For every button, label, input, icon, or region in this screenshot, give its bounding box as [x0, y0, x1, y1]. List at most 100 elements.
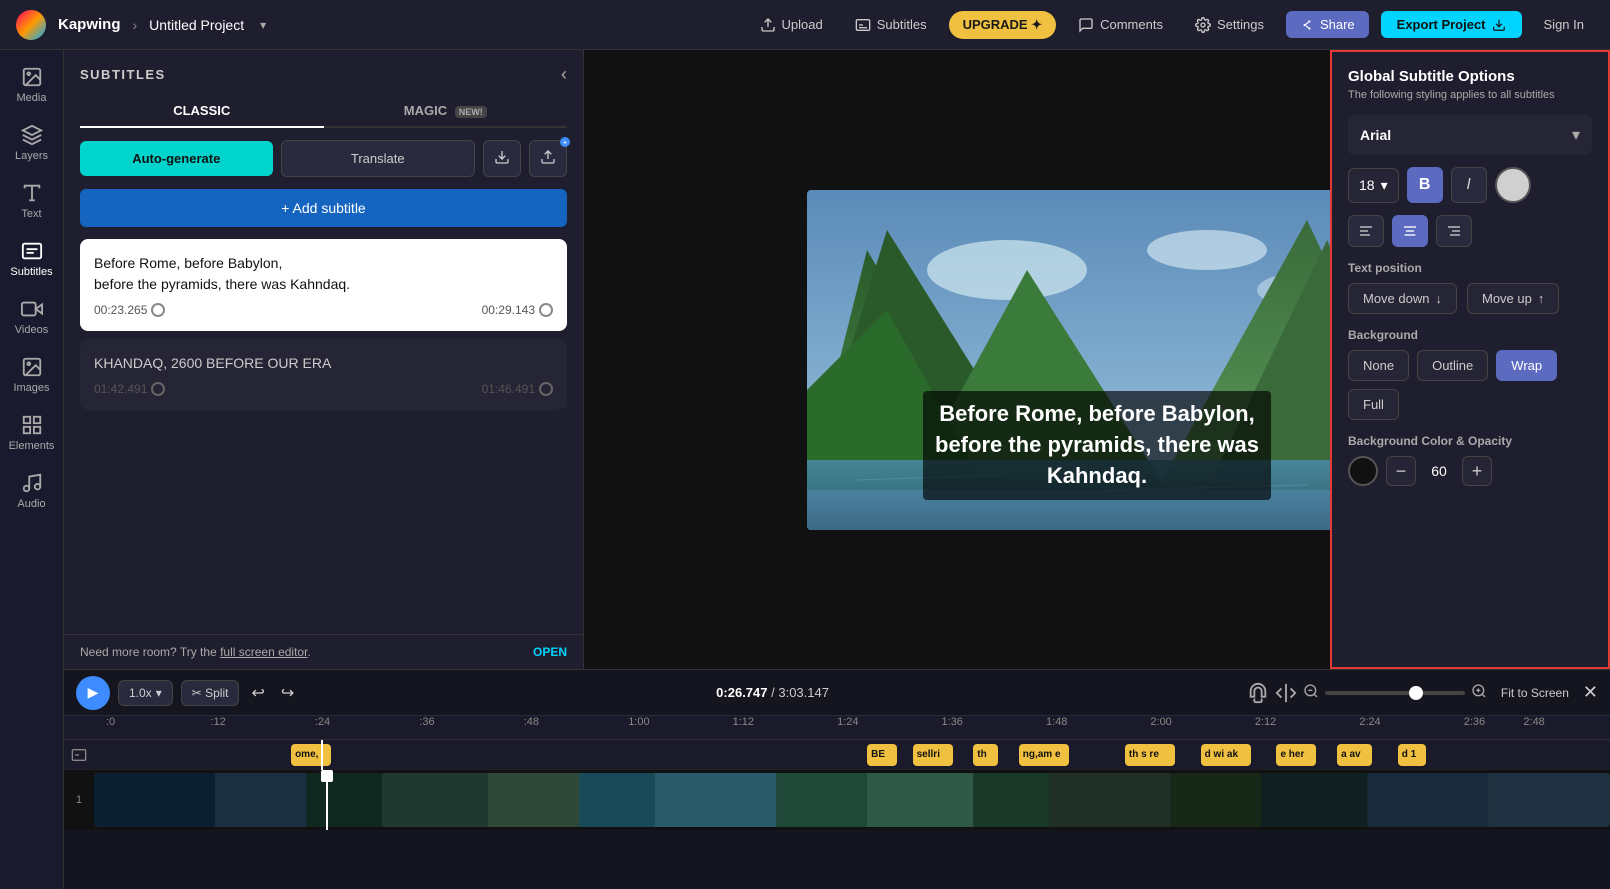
import-button[interactable] [483, 140, 521, 177]
subtitle-chip[interactable]: ome, [291, 744, 331, 766]
time-end: 01:46.491 [482, 382, 553, 396]
font-chevron-icon: ▾ [1572, 125, 1580, 145]
subtitle-chip[interactable]: th s re [1125, 744, 1175, 766]
bg-outline-button[interactable]: Outline [1417, 350, 1488, 381]
fit-screen-button[interactable]: Fit to Screen [1493, 682, 1577, 704]
zoom-out-icon [1303, 683, 1319, 699]
panel-actions: Auto-generate Translate + [64, 128, 583, 189]
time-start-icon [151, 382, 165, 396]
subtitle-overlay-text: Before Rome, before Babylon,before the p… [923, 391, 1271, 499]
subtitle-item[interactable]: KHANDAQ, 2600 BEFORE OUR ERA 01:42.491 0… [80, 339, 567, 410]
brand-name: Kapwing [58, 16, 121, 33]
undo-button[interactable]: ↩ [247, 679, 268, 707]
autogenerate-button[interactable]: Auto-generate [80, 141, 273, 176]
redo-button[interactable]: ↪ [277, 679, 298, 707]
background-label: Background [1348, 328, 1592, 342]
bg-wrap-button[interactable]: Wrap [1496, 350, 1557, 381]
subtitle-chip[interactable]: d wi ak [1201, 744, 1251, 766]
subtitle-chip[interactable]: sellri [913, 744, 953, 766]
global-subtitle-options: Global Subtitle Options The following st… [1330, 50, 1610, 669]
translate-button[interactable]: Translate [281, 140, 476, 177]
zoom-slider[interactable] [1325, 691, 1465, 695]
bg-color-picker[interactable] [1348, 456, 1378, 486]
share-button[interactable]: Share [1286, 11, 1369, 38]
signin-button[interactable]: Sign In [1534, 11, 1594, 38]
zoom-in-button[interactable] [1471, 683, 1487, 702]
bg-none-button[interactable]: None [1348, 350, 1409, 381]
move-up-icon: ↑ [1538, 291, 1545, 306]
bg-full-button[interactable]: Full [1348, 389, 1399, 420]
subtitle-chip[interactable]: d 1 [1398, 744, 1426, 766]
global-options-title: Global Subtitle Options [1348, 68, 1592, 85]
sidebar-item-text[interactable]: Text [3, 174, 61, 228]
subtitle-chip[interactable]: a av [1337, 744, 1372, 766]
upload-button[interactable]: Upload [750, 11, 833, 39]
export-subs-button[interactable]: + [529, 140, 567, 177]
opacity-decrease-button[interactable]: − [1386, 456, 1416, 486]
elements-icon [21, 414, 43, 436]
subtitles-nav-icon [855, 17, 871, 33]
sidebar-item-audio[interactable]: Audio [3, 464, 61, 518]
comments-button[interactable]: Comments [1068, 11, 1173, 39]
text-color-picker[interactable] [1495, 167, 1531, 203]
font-name: Arial [1360, 127, 1391, 143]
share-icon [1300, 18, 1314, 32]
images-icon [21, 356, 43, 378]
info-bar: Need more room? Try the full screen edit… [64, 634, 583, 669]
tab-classic[interactable]: CLASSIC [80, 95, 324, 128]
open-button[interactable]: OPEN [533, 645, 567, 659]
move-up-button[interactable]: Move up ↑ [1467, 283, 1559, 314]
export-button[interactable]: Export Project [1381, 11, 1522, 38]
subtitle-chip[interactable]: th [973, 744, 998, 766]
speed-button[interactable]: 1.0x ▾ [118, 680, 173, 706]
settings-button[interactable]: Settings [1185, 11, 1274, 39]
project-chevron-icon[interactable]: ▾ [260, 18, 266, 32]
align-center-icon [1402, 223, 1418, 239]
project-name: Untitled Project [149, 17, 244, 33]
sidebar-item-videos[interactable]: Videos [3, 290, 61, 344]
time-end-icon [539, 382, 553, 396]
global-options-description: The following styling applies to all sub… [1348, 89, 1592, 101]
sidebar-label-media: Media [17, 92, 47, 104]
align-row [1348, 215, 1592, 247]
videos-icon [21, 298, 43, 320]
tab-magic[interactable]: MAGIC NEW! [324, 95, 568, 128]
topnav: Kapwing › Untitled Project ▾ Upload Subt… [0, 0, 1610, 50]
close-timeline-button[interactable]: ✕ [1583, 682, 1598, 703]
sidebar-item-elements[interactable]: Elements [3, 406, 61, 460]
sidebar-item-images[interactable]: Images [3, 348, 61, 402]
sidebar-item-layers[interactable]: Layers [3, 116, 61, 170]
upload-icon [760, 17, 776, 33]
move-down-button[interactable]: Move down ↓ [1348, 283, 1457, 314]
sidebar-label-elements: Elements [9, 440, 55, 452]
align-right-button[interactable] [1436, 215, 1472, 247]
position-row: Move down ↓ Move up ↑ [1348, 283, 1592, 314]
fullscreen-link[interactable]: full screen editor [220, 645, 307, 659]
panel-close-button[interactable]: ‹ [561, 64, 567, 85]
sidebar-item-media[interactable]: Media [3, 58, 61, 112]
subtitle-chip[interactable]: BE [867, 744, 897, 766]
italic-button[interactable]: I [1451, 167, 1487, 203]
align-left-button[interactable] [1348, 215, 1384, 247]
zoom-out-button[interactable] [1303, 683, 1319, 702]
split-button[interactable]: ✂ Split [181, 680, 240, 706]
opacity-increase-button[interactable]: + [1462, 456, 1492, 486]
subtitle-chip[interactable]: ng,am e [1019, 744, 1069, 766]
upgrade-button[interactable]: UPGRADE ✦ [949, 11, 1057, 39]
settings-icon [1195, 17, 1211, 33]
bold-button[interactable]: B [1407, 167, 1443, 203]
font-size-value: 18 [1359, 177, 1375, 193]
play-button[interactable]: ▶ [76, 676, 110, 710]
subtitles-nav-button[interactable]: Subtitles [845, 11, 937, 39]
font-size-select[interactable]: 18 ▾ [1348, 168, 1399, 203]
add-subtitle-button[interactable]: + Add subtitle [80, 189, 567, 227]
align-center-button[interactable] [1392, 215, 1428, 247]
text-position-label: Text position [1348, 261, 1592, 275]
kapwing-logo [16, 10, 46, 40]
subtitle-track-cc-icon [71, 747, 87, 763]
subtitle-item[interactable]: Before Rome, before Babylon,before the p… [80, 239, 567, 331]
sidebar-item-subtitles[interactable]: Subtitles [3, 232, 61, 286]
subtitle-overlay: Before Rome, before Babylon,before the p… [807, 391, 1387, 499]
font-select[interactable]: Arial ▾ [1348, 115, 1592, 155]
subtitle-chip[interactable]: e her [1276, 744, 1316, 766]
